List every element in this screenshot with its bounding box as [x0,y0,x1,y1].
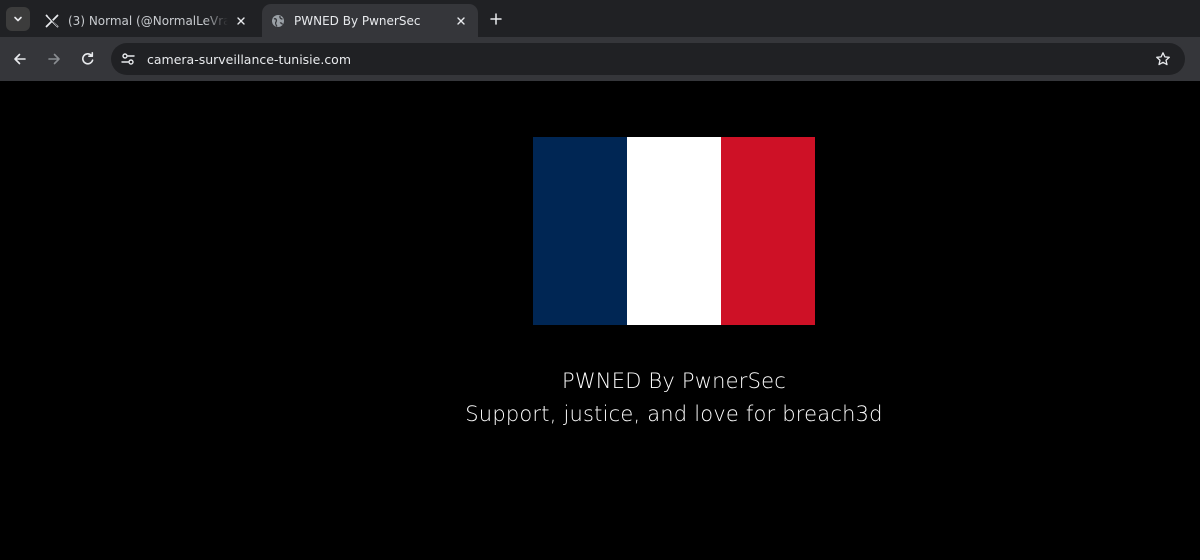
defacement-message: PWNED By PwnerSec Support, justice, and … [0,365,1200,431]
france-flag [533,137,815,325]
x-logo-icon [44,13,60,29]
tab-pwned[interactable]: PWNED By PwnerSec [262,4,478,37]
tab-title: PWNED By PwnerSec [294,13,421,28]
flag-stripe-white [627,137,721,325]
site-info-button[interactable] [116,47,140,71]
flag-stripe-blue [533,137,627,325]
tab-strip: (3) Normal (@NormalLeVrai) / X PWNED By … [0,0,1200,37]
new-tab-button[interactable] [484,7,508,31]
close-icon[interactable] [232,12,250,30]
plus-icon [490,13,502,25]
tune-icon [121,53,135,65]
arrow-right-icon [48,53,60,65]
bookmark-star-button[interactable] [1151,47,1175,71]
chevron-down-icon [14,16,22,22]
page-content: PWNED By PwnerSec Support, justice, and … [0,81,1200,560]
address-bar[interactable]: camera-surveillance-tunisie.com [111,43,1185,75]
browser-toolbar: camera-surveillance-tunisie.com [0,37,1200,81]
flag-stripe-red [721,137,815,325]
tab-title: (3) Normal (@NormalLeVrai) / X [68,13,228,28]
tab-search-button[interactable] [6,7,30,31]
arrow-left-icon [14,53,26,65]
star-icon [1156,52,1170,66]
reload-icon [82,52,94,65]
url-text[interactable]: camera-surveillance-tunisie.com [147,52,351,67]
headline-line-2: Support, justice, and love for breach3d [465,402,883,426]
back-button[interactable] [6,45,34,73]
close-icon[interactable] [452,12,470,30]
globe-icon [270,13,286,29]
tab-x-profile[interactable]: (3) Normal (@NormalLeVrai) / X [36,4,258,37]
reload-button[interactable] [74,45,102,73]
forward-button[interactable] [40,45,68,73]
headline-line-1: PWNED By PwnerSec [561,369,786,393]
